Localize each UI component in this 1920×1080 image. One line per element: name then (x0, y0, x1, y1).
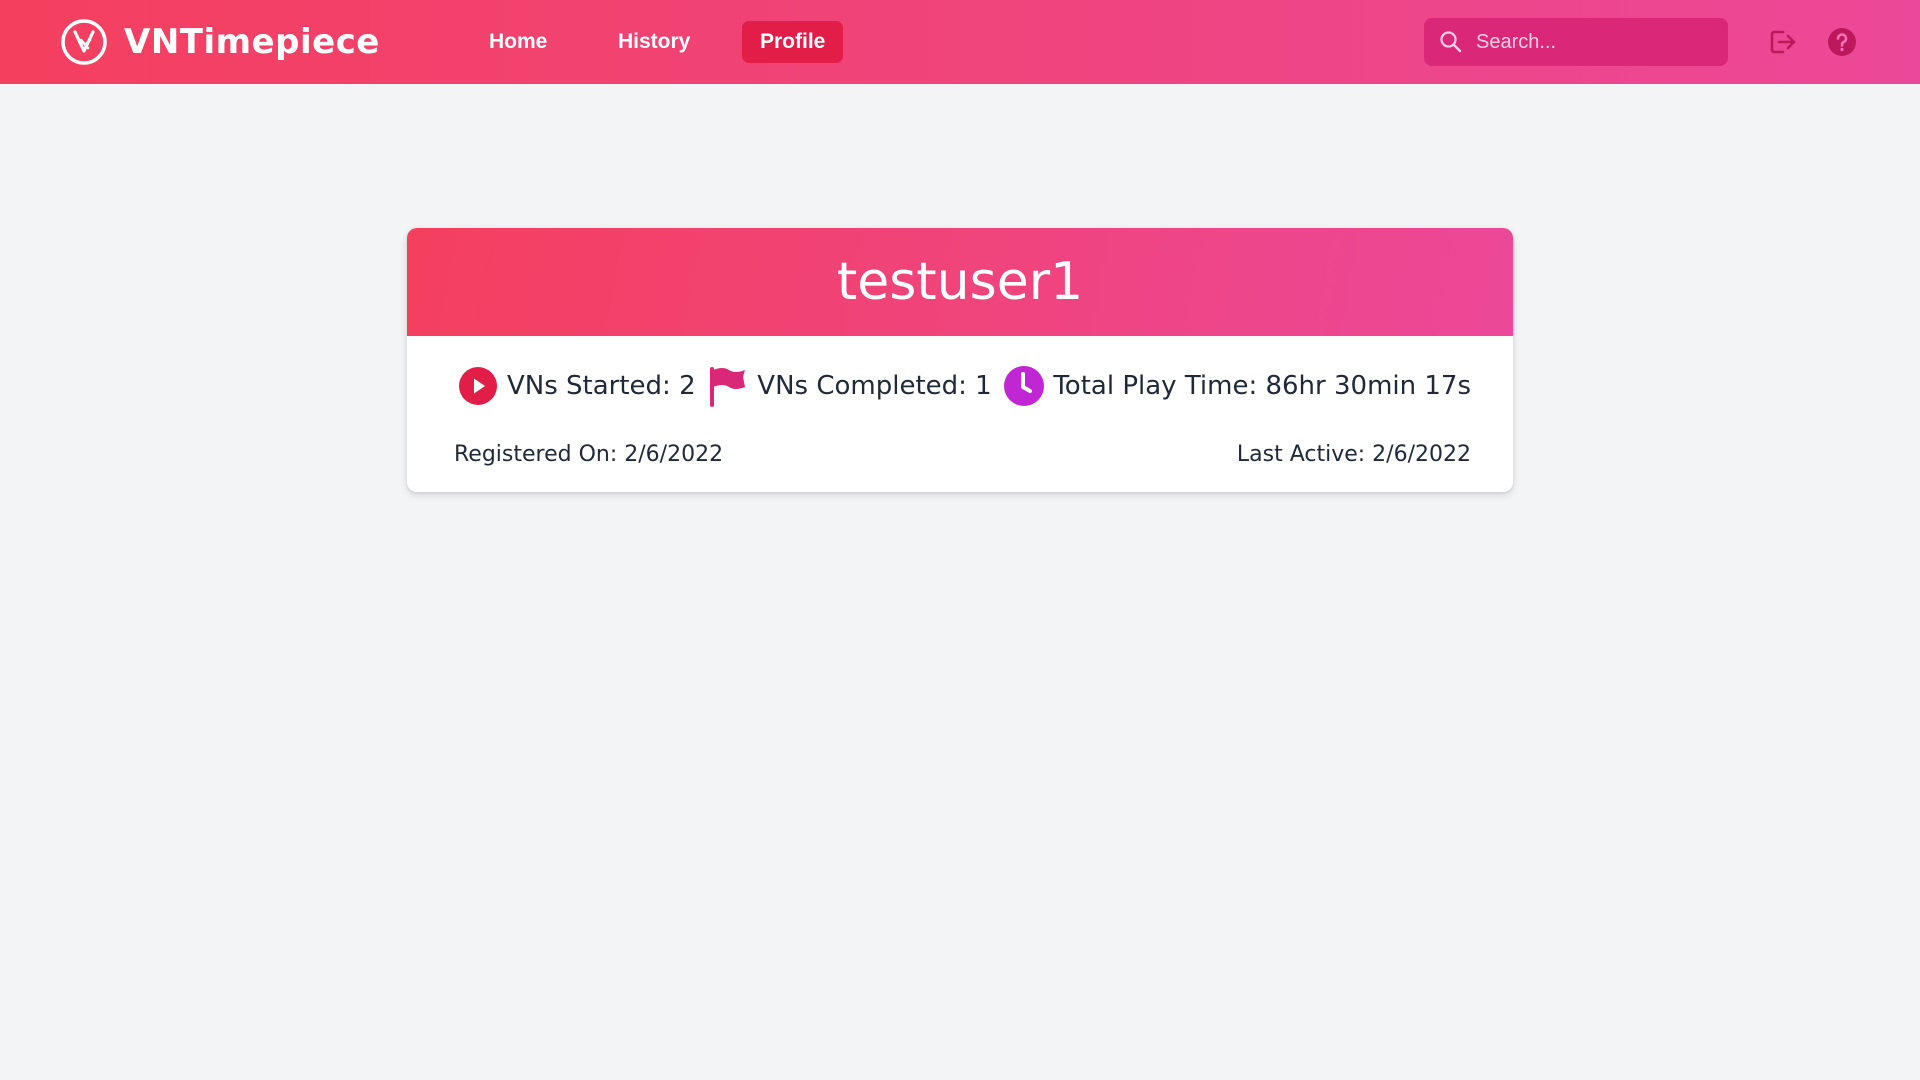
profile-username: testuser1 (836, 252, 1084, 312)
play-circle-icon (459, 367, 497, 405)
profile-dates: Registered On: 2/6/2022 Last Active: 2/6… (454, 434, 1471, 474)
logout-button[interactable] (1764, 24, 1800, 60)
nav-profile[interactable]: Profile (742, 21, 844, 63)
clock-icon (1004, 366, 1045, 406)
stat-total-play-time: Total Play Time: 86hr 30min 17s (1003, 365, 1471, 407)
stat-vns-completed: VNs Completed: 1 (707, 365, 992, 407)
stat-vns-started: VNs Started: 2 (457, 365, 696, 407)
brand-name: VNTimepiece (124, 22, 380, 62)
nav-home[interactable]: Home (471, 21, 565, 63)
flag-icon (710, 367, 746, 407)
last-active: Last Active: 2/6/2022 (1236, 441, 1471, 467)
stat-vns-started-text: VNs Started: 2 (507, 371, 696, 401)
top-navbar: VNTimepiece Home History Profile (0, 0, 1920, 84)
search-icon (1440, 31, 1462, 53)
nav-history[interactable]: History (600, 21, 708, 63)
brand-logo-icon (61, 19, 107, 65)
brand-home-link[interactable]: VNTimepiece (60, 18, 380, 66)
search-box[interactable] (1424, 18, 1728, 66)
profile-card-header: testuser1 (407, 228, 1513, 336)
profile-card: testuser1 VNs Started: 2 VNs Completed: … (407, 228, 1513, 492)
registered-on: Registered On: 2/6/2022 (454, 441, 724, 467)
help-button[interactable] (1824, 24, 1860, 60)
search-input[interactable] (1476, 30, 1726, 54)
stat-total-play-time-text: Total Play Time: 86hr 30min 17s (1053, 371, 1471, 401)
logout-icon (1770, 30, 1796, 54)
stat-vns-completed-text: VNs Completed: 1 (757, 371, 992, 401)
help-icon (1828, 28, 1856, 56)
profile-stats: VNs Started: 2 VNs Completed: 1 Total Pl… (457, 362, 1471, 410)
